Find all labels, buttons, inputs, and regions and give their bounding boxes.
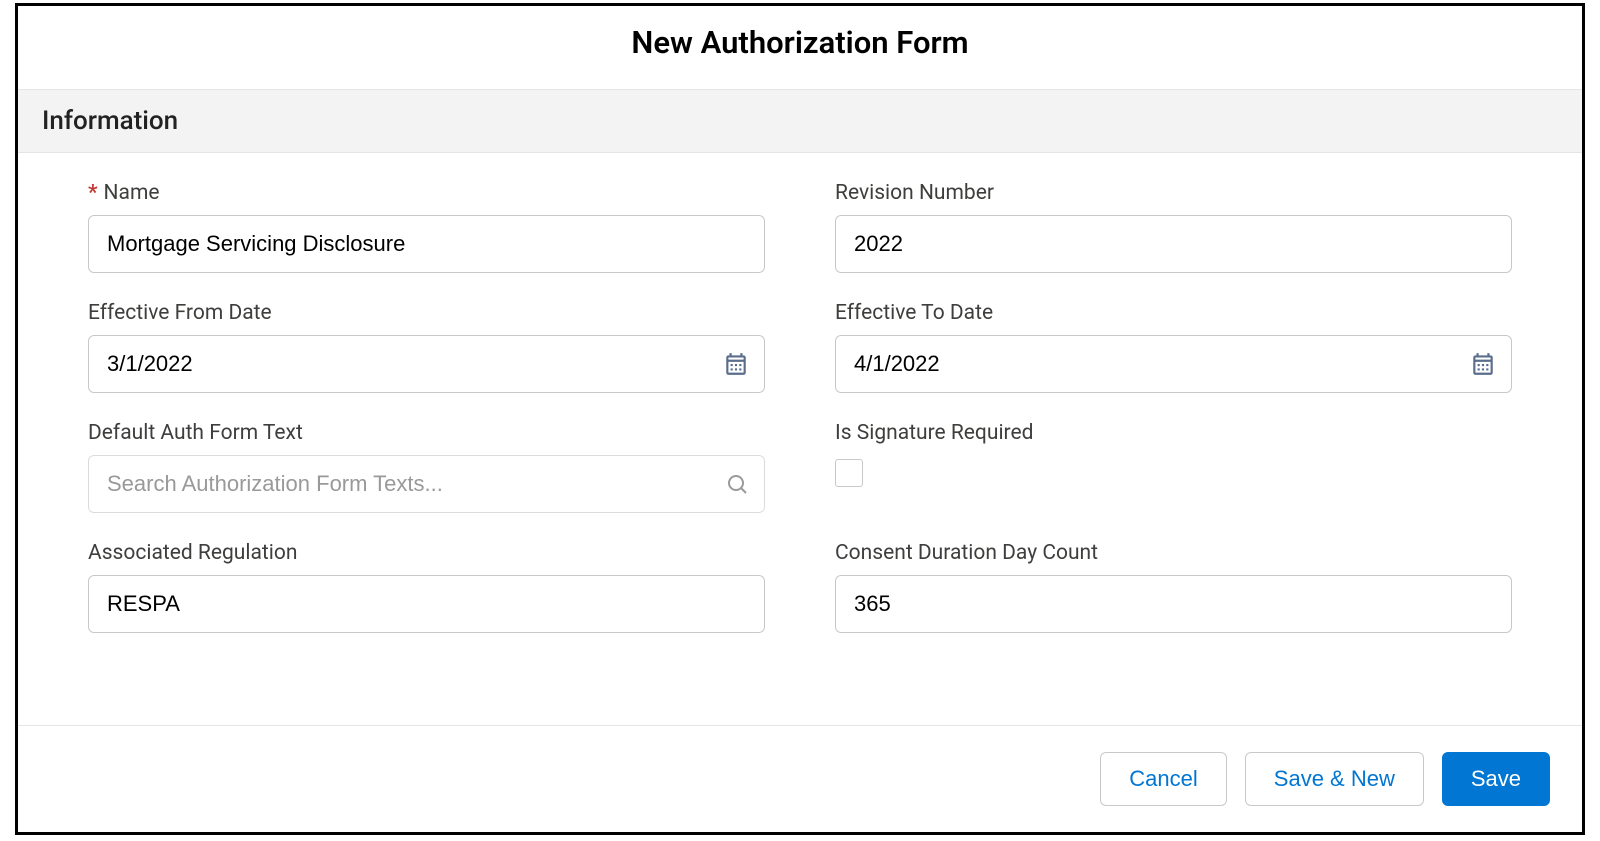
label-effective-to-date: Effective To Date — [835, 301, 1512, 325]
calendar-icon[interactable] — [723, 351, 749, 377]
consent-duration-day-count-input[interactable] — [835, 575, 1512, 633]
field-associated-regulation: Associated Regulation — [88, 541, 765, 633]
modal-footer: Cancel Save & New Save — [18, 725, 1582, 832]
save-button[interactable]: Save — [1442, 752, 1550, 806]
label-associated-regulation: Associated Regulation — [88, 541, 765, 565]
is-signature-required-checkbox[interactable] — [835, 459, 863, 487]
field-name: * Name — [88, 181, 765, 273]
name-input[interactable] — [88, 215, 765, 273]
cancel-button[interactable]: Cancel — [1100, 752, 1226, 806]
required-indicator: * — [88, 181, 98, 205]
new-authorization-form-modal: New Authorization Form Information * Nam… — [15, 3, 1585, 835]
associated-regulation-input[interactable] — [88, 575, 765, 633]
label-name: * Name — [88, 181, 765, 205]
revision-number-input[interactable] — [835, 215, 1512, 273]
calendar-icon[interactable] — [1470, 351, 1496, 377]
field-effective-from-date: Effective From Date — [88, 301, 765, 393]
label-effective-from-date: Effective From Date — [88, 301, 765, 325]
effective-to-date-input[interactable] — [835, 335, 1512, 393]
label-name-text: Name — [104, 181, 160, 205]
label-consent-duration-day-count: Consent Duration Day Count — [835, 541, 1512, 565]
field-consent-duration-day-count: Consent Duration Day Count — [835, 541, 1512, 633]
default-auth-form-text-lookup[interactable] — [88, 455, 765, 513]
label-default-auth-form-text: Default Auth Form Text — [88, 421, 765, 445]
form-body: * Name Revision Number Effective From Da… — [18, 153, 1582, 725]
form-grid: * Name Revision Number Effective From Da… — [88, 181, 1512, 633]
section-header-information: Information — [18, 89, 1582, 153]
field-effective-to-date: Effective To Date — [835, 301, 1512, 393]
search-icon[interactable] — [725, 472, 749, 496]
label-is-signature-required: Is Signature Required — [835, 421, 1512, 445]
effective-from-date-input[interactable] — [88, 335, 765, 393]
modal-title: New Authorization Form — [18, 6, 1582, 89]
save-new-button[interactable]: Save & New — [1245, 752, 1424, 806]
field-default-auth-form-text: Default Auth Form Text — [88, 421, 765, 513]
field-revision-number: Revision Number — [835, 181, 1512, 273]
label-revision-number: Revision Number — [835, 181, 1512, 205]
field-is-signature-required: Is Signature Required — [835, 421, 1512, 513]
